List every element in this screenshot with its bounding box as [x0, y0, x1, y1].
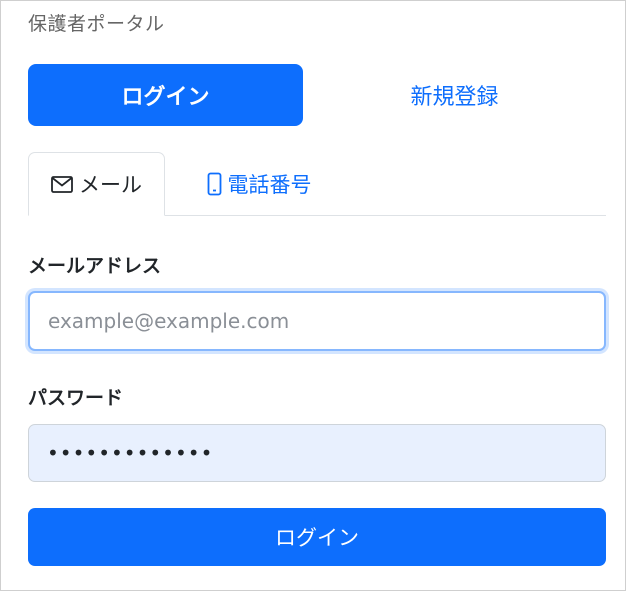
email-field-label: メールアドレス	[28, 255, 162, 277]
login-submit-button[interactable]: ログイン	[28, 508, 606, 566]
register-mode-button[interactable]: 新規登録	[317, 64, 592, 126]
login-card: 保護者ポータル ログイン 新規登録 メール 電話番号 メールアドレス パスワード…	[0, 0, 626, 591]
tab-email[interactable]: メール	[28, 152, 165, 216]
login-mode-button[interactable]: ログイン	[28, 64, 303, 126]
phone-icon	[207, 172, 222, 196]
envelope-icon	[51, 175, 73, 193]
tab-phone-label: 電話番号	[227, 173, 312, 197]
password-field-label: パスワード	[28, 387, 124, 409]
password-field[interactable]	[28, 424, 606, 482]
tab-phone[interactable]: 電話番号	[179, 152, 339, 216]
portal-title: 保護者ポータル	[28, 13, 165, 35]
email-field[interactable]	[28, 291, 606, 351]
tab-email-label: メール	[79, 173, 142, 197]
